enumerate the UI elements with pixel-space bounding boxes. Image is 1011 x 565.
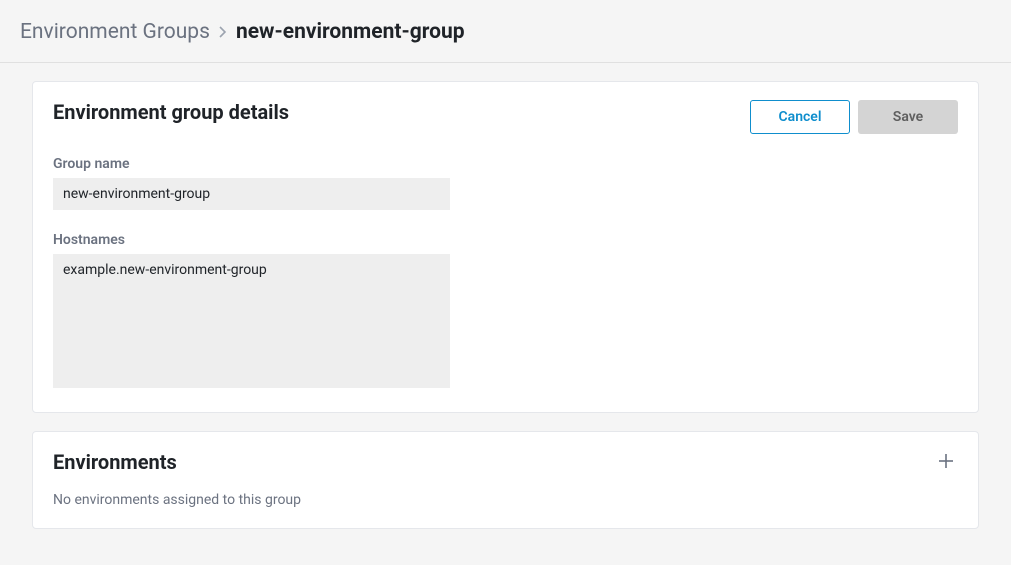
details-actions: Cancel Save <box>750 100 958 134</box>
details-card: Environment group details Cancel Save Gr… <box>32 81 979 413</box>
hostnames-input[interactable] <box>53 254 450 388</box>
breadcrumb-parent-link[interactable]: Environment Groups <box>20 20 210 44</box>
save-button[interactable]: Save <box>858 100 958 134</box>
hostnames-label: Hostnames <box>53 232 958 248</box>
group-name-input[interactable] <box>53 178 450 210</box>
breadcrumb-current: new-environment-group <box>236 20 465 44</box>
environments-card: Environments No environments assigned to… <box>32 431 979 529</box>
chevron-right-icon <box>218 25 228 39</box>
add-environment-button[interactable] <box>934 450 958 474</box>
group-name-label: Group name <box>53 156 958 172</box>
cancel-button[interactable]: Cancel <box>750 100 850 134</box>
details-card-header: Environment group details Cancel Save <box>53 100 958 134</box>
plus-icon <box>937 452 955 473</box>
main-content: Environment group details Cancel Save Gr… <box>0 63 1011 565</box>
details-title: Environment group details <box>53 100 289 124</box>
environments-title: Environments <box>53 450 177 474</box>
hostnames-field: Hostnames <box>53 232 958 392</box>
group-name-field: Group name <box>53 156 958 210</box>
breadcrumb: Environment Groups new-environment-group <box>0 0 1011 63</box>
environments-empty-message: No environments assigned to this group <box>53 492 958 508</box>
environments-header: Environments <box>53 450 958 474</box>
